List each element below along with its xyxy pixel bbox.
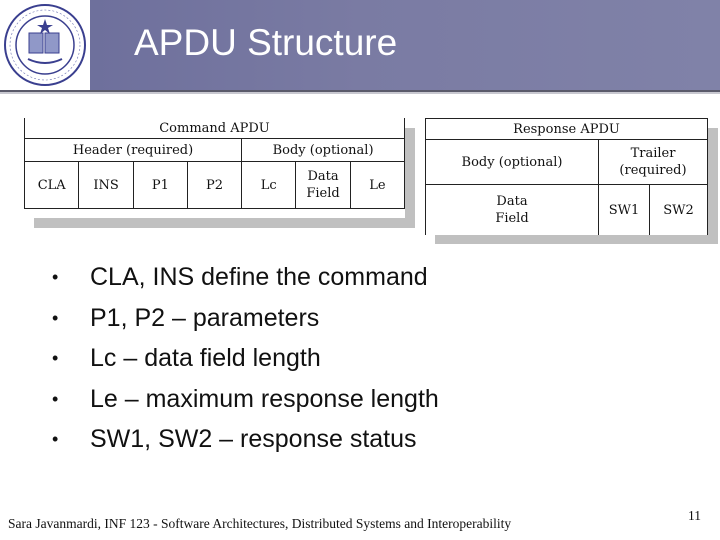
bullet-item: • Lc – data field length <box>50 343 439 384</box>
bullet-icon: • <box>52 267 59 287</box>
p2-cell: P2 <box>186 161 243 209</box>
field-label: Field <box>306 186 340 201</box>
slide-title: APDU Structure <box>134 22 398 63</box>
bullet-text: CLA, INS define the command <box>90 263 428 291</box>
command-apdu-title: Command APDU <box>24 118 405 139</box>
cla-cell: CLA <box>23 161 80 209</box>
command-apdu-table: Command APDU Header (required) Body (opt… <box>23 118 406 209</box>
p1-cell: P1 <box>132 161 188 209</box>
uci-seal-logo <box>0 0 90 90</box>
bullet-item: • CLA, INS define the command <box>50 262 439 303</box>
required-label: (required) <box>619 163 687 178</box>
lc-cell: Lc <box>241 161 297 209</box>
header-required-cell: Header (required) <box>23 138 243 162</box>
response-apdu-title: Response APDU <box>425 118 708 140</box>
bullet-icon: • <box>52 429 59 449</box>
bullet-list: • CLA, INS define the command • P1, P2 – p… <box>50 262 439 465</box>
bullet-icon: • <box>52 348 59 368</box>
bullet-text: SW1, SW2 – response status <box>90 425 417 453</box>
page-number: 11 <box>688 508 701 523</box>
trailer-required-cell: Trailer (required) <box>598 139 708 185</box>
bullet-text: Le – maximum response length <box>90 384 439 413</box>
sw1-cell: SW1 <box>598 184 650 235</box>
bullet-icon: • <box>52 388 59 409</box>
body-optional-cell: Body (optional) <box>241 138 405 162</box>
bullet-icon: • <box>52 307 59 328</box>
sw2-cell: SW2 <box>649 184 708 235</box>
ins-cell: INS <box>78 161 134 209</box>
field-label: Field <box>495 211 529 226</box>
data-label: Data <box>307 169 339 184</box>
le-cell: Le <box>349 161 406 209</box>
trailer-label: Trailer <box>630 146 676 161</box>
bullet-item: • Le – maximum response length <box>50 384 439 425</box>
data-field-cell: Data Field <box>295 161 351 209</box>
seal-icon <box>4 4 86 86</box>
bullet-item: • P1, P2 – parameters <box>50 303 439 344</box>
bullet-item: • SW1, SW2 – response status <box>50 424 439 465</box>
response-data-field-cell: Data Field <box>425 184 599 235</box>
bullet-text: P1, P2 – parameters <box>90 303 320 332</box>
response-apdu-table: Response APDU Body (optional) Trailer (re… <box>425 118 708 235</box>
title-divider-shadow <box>0 92 720 94</box>
bullet-text: Lc – data field length <box>90 344 321 372</box>
response-body-optional-cell: Body (optional) <box>425 139 599 185</box>
data-label: Data <box>496 194 528 209</box>
footer-text: Sara Javanmardi, INF 123 - Software Arch… <box>8 516 512 531</box>
